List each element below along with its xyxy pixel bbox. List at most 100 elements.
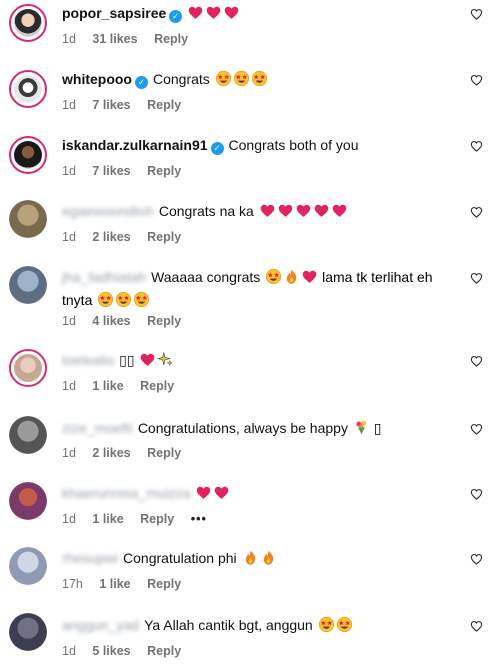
comment-username[interactable]: whitepooo: [62, 71, 132, 87]
comment-meta: 1d 2 likes Reply: [62, 229, 194, 245]
star-struck-emoji: [318, 616, 335, 638]
avatar[interactable]: [9, 613, 47, 651]
red-heart-emoji: [213, 484, 230, 506]
comment-text: Congratulation phi: [123, 550, 237, 566]
like-heart-icon[interactable]: [470, 74, 483, 87]
comment-text: Congrats: [153, 71, 210, 87]
comment-likes[interactable]: 1 like: [99, 577, 130, 591]
reply-button[interactable]: Reply: [147, 577, 181, 591]
reply-button[interactable]: Reply: [147, 230, 181, 244]
comment-username[interactable]: egaewoondtoh: [62, 203, 154, 219]
verified-badge-icon: ✓: [135, 76, 148, 89]
reply-button[interactable]: Reply: [154, 32, 188, 46]
comment-time: 1d: [62, 379, 76, 393]
comment-meta: 17h 1 like Reply: [62, 576, 194, 592]
red-heart-emoji: [259, 202, 276, 224]
more-options-icon[interactable]: •••: [191, 512, 207, 526]
comment-likes[interactable]: 31 likes: [92, 32, 137, 46]
like-heart-icon[interactable]: [470, 140, 483, 153]
avatar[interactable]: [9, 349, 47, 387]
comment-likes[interactable]: 2 likes: [92, 230, 130, 244]
comment-likes[interactable]: 4 likes: [92, 314, 130, 328]
reply-button[interactable]: Reply: [140, 512, 174, 526]
comment-likes[interactable]: 1 like: [92, 512, 123, 526]
comment-text: Congratulations, always be happy: [137, 420, 348, 436]
comment-text: Waaaaa congrats: [151, 269, 261, 285]
star-struck-emoji: [251, 70, 268, 92]
comment-meta: 1d 5 likes Reply: [62, 643, 194, 659]
red-heart-emoji: [331, 202, 348, 224]
comment-time: 17h: [62, 577, 83, 591]
comment-body: popor_sapsiree ✓: [62, 3, 452, 26]
comment-body: zize_moefti Congratulations, always be ha…: [62, 418, 452, 441]
comment-meta: 1d 31 likes Reply: [62, 31, 201, 47]
comment-text-continued: ▯: [373, 420, 382, 436]
avatar[interactable]: [9, 266, 47, 304]
comment-username[interactable]: jha_fadhiatah: [62, 269, 146, 285]
like-heart-icon[interactable]: [470, 620, 483, 633]
avatar[interactable]: [9, 200, 47, 238]
verified-badge-icon: ✓: [210, 142, 224, 155]
comment-likes[interactable]: 5 likes: [92, 644, 130, 658]
reply-button[interactable]: Reply: [147, 644, 181, 658]
comment-username[interactable]: toelealio: [62, 352, 114, 368]
like-heart-icon[interactable]: [470, 355, 483, 368]
comment-time: 1d: [62, 98, 76, 112]
comment-username[interactable]: iskandar.zulkarnain91: [62, 137, 208, 153]
red-heart-emoji: [277, 202, 294, 224]
comment-meta: 1d 2 likes Reply: [62, 445, 194, 461]
reply-button[interactable]: Reply: [147, 98, 181, 112]
comment-username[interactable]: zize_moefti: [62, 420, 133, 436]
comment-likes[interactable]: 1 like: [92, 379, 123, 393]
star-struck-emoji: [133, 291, 150, 313]
comment-text-line2: tnyta: [62, 292, 93, 308]
reply-button[interactable]: Reply: [140, 379, 174, 393]
reply-button[interactable]: Reply: [147, 446, 181, 460]
comment-time: 1d: [62, 32, 76, 46]
comment-time: 1d: [62, 512, 76, 526]
comment-username[interactable]: khaerunnisa_muizza: [62, 485, 190, 501]
star-struck-emoji: [97, 291, 114, 313]
comment-text: Ya Allah cantik bgt, anggun: [144, 617, 313, 633]
red-heart-emoji: [139, 351, 156, 373]
like-heart-icon[interactable]: [470, 8, 483, 21]
avatar[interactable]: [9, 547, 47, 585]
comment-body: rhesupwi Congratulation phi: [62, 548, 452, 571]
comment-username[interactable]: popor_sapsiree: [62, 5, 166, 21]
comment-username[interactable]: rhesupwi: [62, 550, 118, 566]
like-heart-icon[interactable]: [470, 488, 483, 501]
comment-body: toelealio ▯▯: [62, 350, 452, 373]
avatar[interactable]: [9, 416, 47, 454]
like-heart-icon[interactable]: [470, 272, 483, 285]
star-struck-emoji: [233, 70, 250, 92]
red-heart-emoji: [295, 202, 312, 224]
comment-body: whitepooo ✓ Congrats: [62, 69, 452, 92]
comment-likes[interactable]: 2 likes: [92, 446, 130, 460]
comment-username[interactable]: anggun_yad: [62, 617, 139, 633]
comment-time: 1d: [62, 230, 76, 244]
reply-button[interactable]: Reply: [147, 314, 181, 328]
avatar[interactable]: [9, 482, 47, 520]
red-heart-emoji: [301, 268, 318, 290]
red-heart-emoji: [313, 202, 330, 224]
red-heart-emoji: [187, 4, 204, 26]
comment-body: egaewoondtoh Congrats na ka: [62, 201, 452, 224]
like-heart-icon[interactable]: [470, 206, 483, 219]
red-heart-emoji: [205, 4, 222, 26]
star-struck-emoji: [215, 70, 232, 92]
avatar[interactable]: [9, 136, 47, 174]
like-heart-icon[interactable]: [470, 553, 483, 566]
comment-likes[interactable]: 7 likes: [92, 164, 130, 178]
star-struck-emoji: [115, 291, 132, 313]
reply-button[interactable]: Reply: [147, 164, 181, 178]
red-heart-emoji: [195, 484, 212, 506]
comment-likes[interactable]: 7 likes: [92, 98, 130, 112]
comment-meta: 1d 4 likes Reply: [62, 313, 194, 329]
comment-time: 1d: [62, 164, 76, 178]
comment-time: 1d: [62, 644, 76, 658]
avatar[interactable]: [9, 4, 47, 42]
comment-body: khaerunnisa_muizza: [62, 483, 452, 506]
avatar[interactable]: [9, 70, 47, 108]
like-heart-icon[interactable]: [470, 423, 483, 436]
comment-body: iskandar.zulkarnain91 ✓ Congrats both of y…: [62, 135, 452, 155]
